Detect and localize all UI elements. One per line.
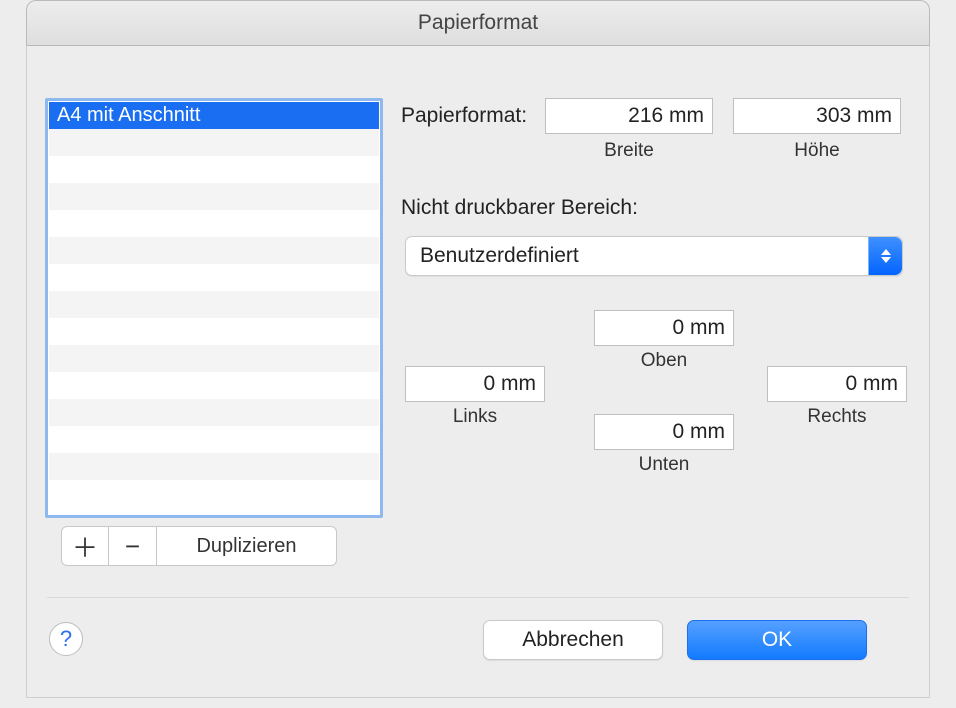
plus-icon: ＋ (72, 528, 98, 565)
paper-sizes-list[interactable]: A4 mit Anschnitt (45, 98, 383, 518)
margin-bottom-value: 0 mm (673, 420, 726, 443)
list-item[interactable] (49, 399, 379, 426)
list-item[interactable] (49, 426, 379, 453)
paper-sizes-list-body: A4 mit Anschnitt (49, 102, 379, 514)
margin-top-value: 0 mm (673, 316, 726, 339)
nonprint-dropdown[interactable]: Benutzerdefiniert (405, 236, 903, 276)
list-item[interactable] (49, 318, 379, 345)
list-item[interactable] (49, 480, 379, 507)
margin-bottom-input[interactable]: 0 mm (594, 414, 734, 450)
chevron-up-down-icon (868, 237, 902, 275)
ok-button[interactable]: OK (687, 620, 867, 660)
list-item[interactable] (49, 156, 379, 183)
margin-left-sublabel: Links (405, 406, 545, 428)
list-item-label: A4 mit Anschnitt (57, 104, 200, 126)
page-setup-dialog: Papierformat A4 mit Anschnitt (0, 0, 956, 708)
margin-left-value: 0 mm (484, 372, 537, 395)
cancel-button-label: Abbrechen (522, 628, 624, 652)
cancel-button[interactable]: Abbrechen (483, 620, 663, 660)
width-sublabel: Breite (545, 140, 713, 162)
remove-button[interactable]: − (109, 526, 157, 566)
margin-left-input[interactable]: 0 mm (405, 366, 545, 402)
margin-right-input[interactable]: 0 mm (767, 366, 907, 402)
window-title: Papierformat (26, 0, 930, 46)
paper-size-label: Papierformat: (401, 104, 527, 128)
list-item[interactable] (49, 345, 379, 372)
help-icon: ? (60, 626, 72, 652)
add-button[interactable]: ＋ (61, 526, 109, 566)
nonprint-area-label: Nicht druckbarer Bereich: (401, 196, 638, 220)
list-item[interactable] (49, 129, 379, 156)
list-item[interactable] (49, 372, 379, 399)
list-toolbar: ＋ − Duplizieren (61, 526, 337, 566)
margin-top-sublabel: Oben (594, 350, 734, 372)
list-item[interactable]: A4 mit Anschnitt (49, 102, 379, 129)
list-item[interactable] (49, 264, 379, 291)
separator (47, 597, 909, 598)
list-item[interactable] (49, 210, 379, 237)
width-value: 216 mm (628, 104, 704, 127)
minus-icon: − (125, 531, 140, 562)
list-item[interactable] (49, 453, 379, 480)
height-value: 303 mm (816, 104, 892, 127)
height-input[interactable]: 303 mm (733, 98, 901, 134)
margin-bottom-sublabel: Unten (594, 454, 734, 476)
nonprint-dropdown-value: Benutzerdefiniert (420, 244, 579, 268)
ok-button-label: OK (762, 628, 792, 652)
margin-right-sublabel: Rechts (767, 406, 907, 428)
list-item[interactable] (49, 291, 379, 318)
list-item[interactable] (49, 237, 379, 264)
margin-top-input[interactable]: 0 mm (594, 310, 734, 346)
margin-right-value: 0 mm (846, 372, 899, 395)
list-item[interactable] (49, 183, 379, 210)
window-title-text: Papierformat (418, 11, 538, 35)
height-sublabel: Höhe (733, 140, 901, 162)
duplicate-button[interactable]: Duplizieren (157, 526, 337, 566)
help-button[interactable]: ? (49, 622, 83, 656)
duplicate-button-label: Duplizieren (196, 535, 296, 558)
dialog-content: A4 mit Anschnitt ＋ (26, 46, 930, 698)
width-input[interactable]: 216 mm (545, 98, 713, 134)
